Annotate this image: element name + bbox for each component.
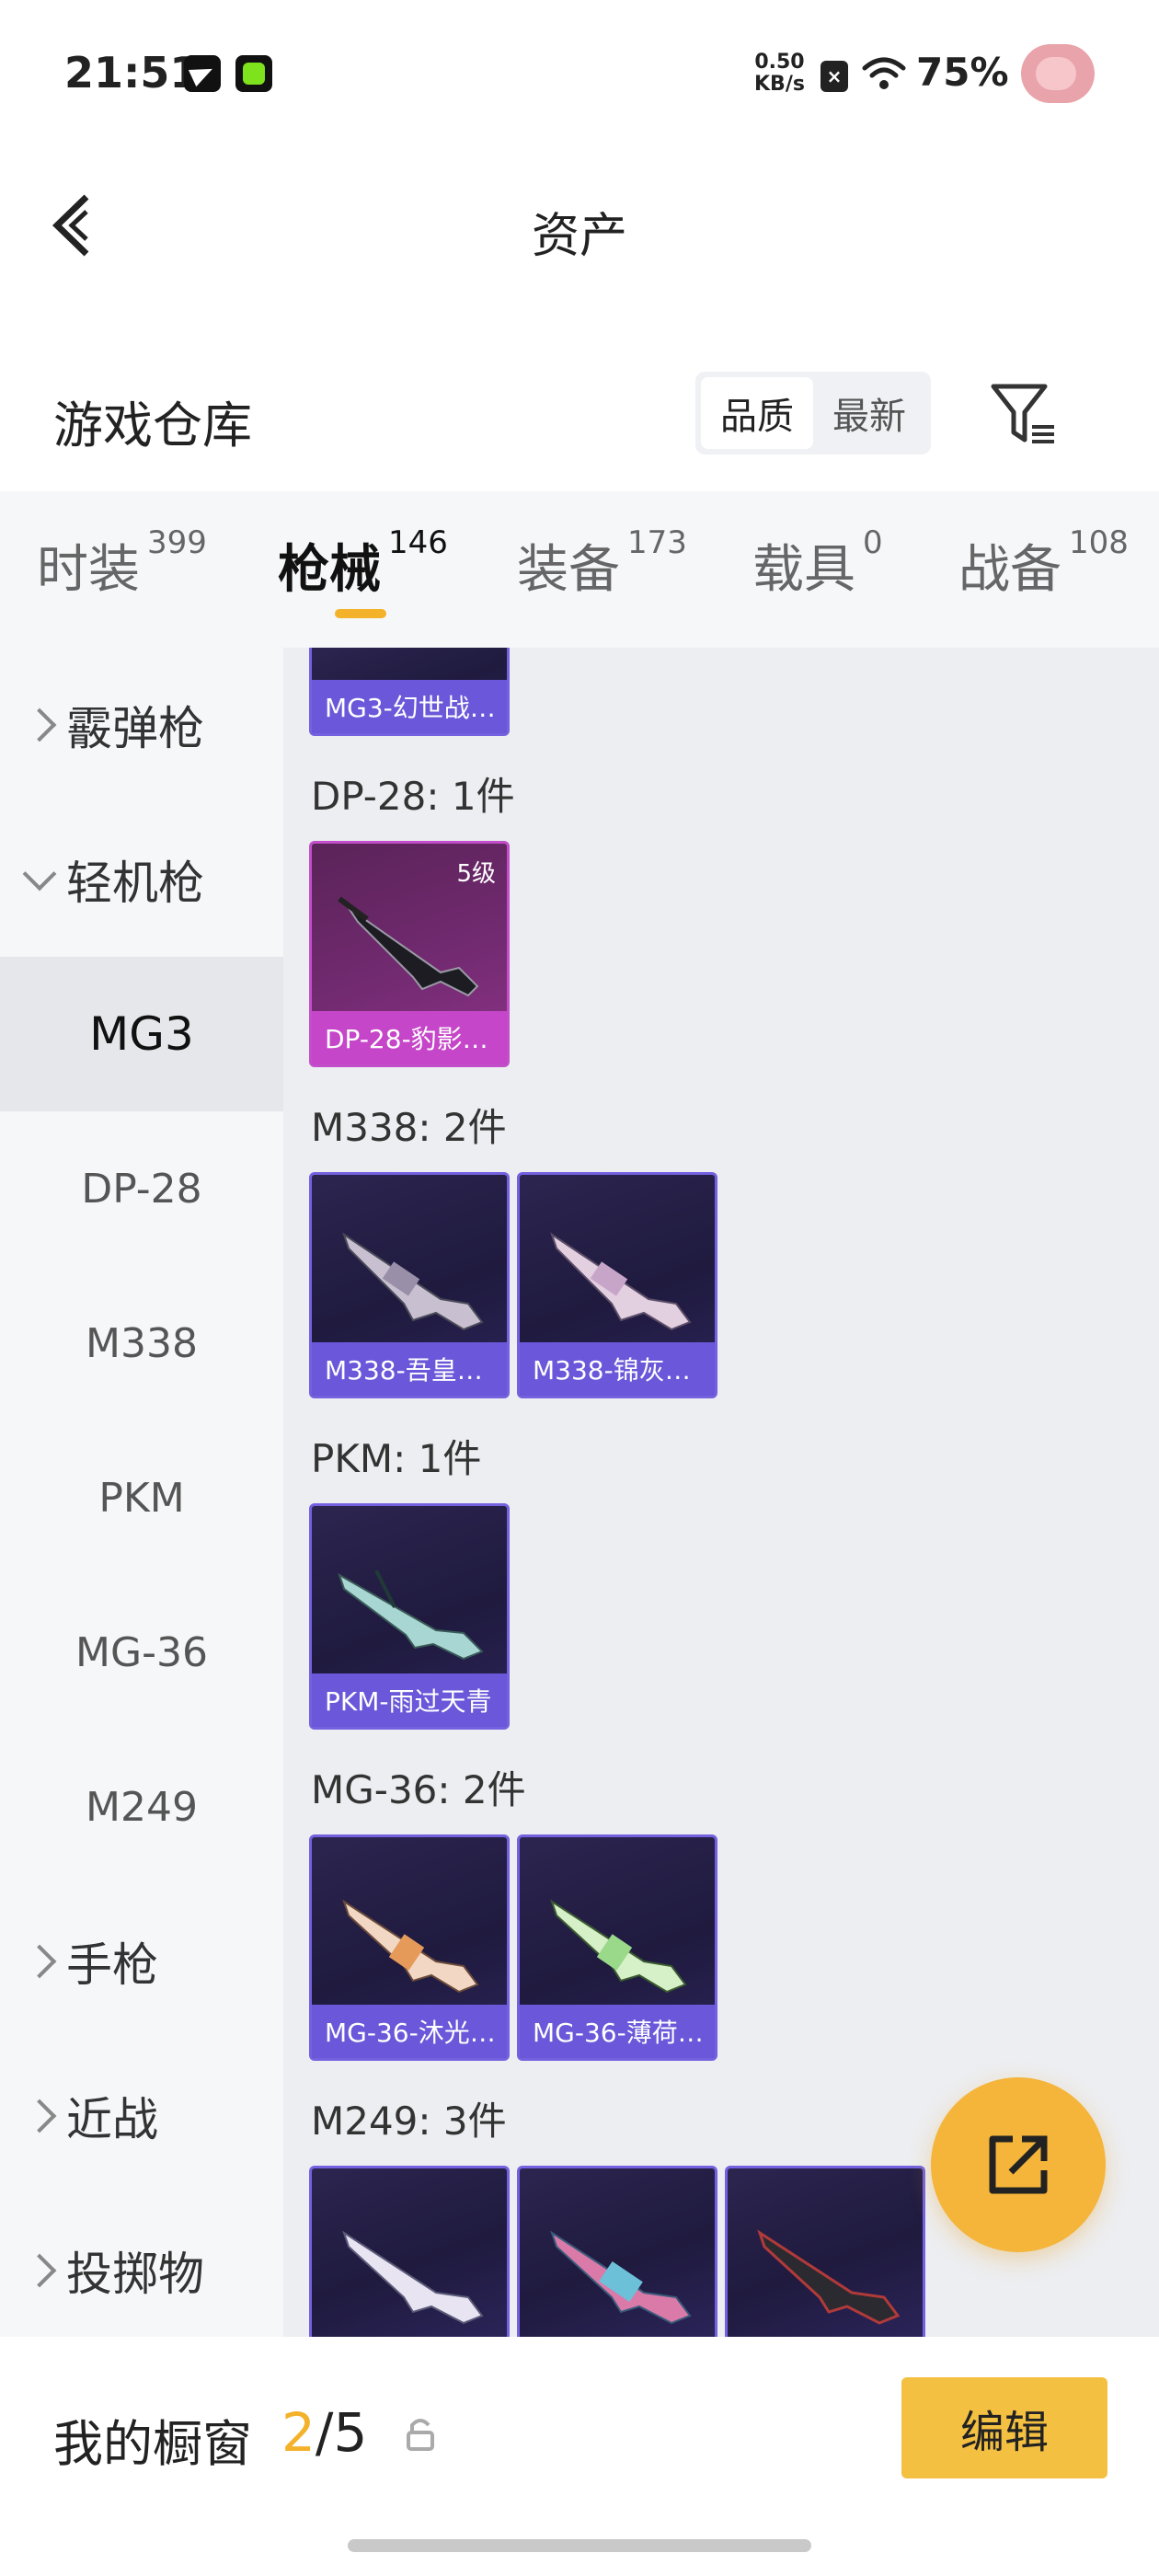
item-card-name: M338-吾皇… — [312, 1342, 507, 1396]
sidebar-item-pkm[interactable]: PKM — [0, 1420, 283, 1575]
wifi-icon — [862, 57, 906, 89]
telegram-icon — [184, 55, 221, 92]
showcase-current: 2 — [281, 2401, 316, 2464]
lmg-weapon-icon — [550, 1232, 692, 1331]
sidebar-category-shotgun[interactable]: 霰弹枪 — [0, 648, 283, 802]
item-card-name: PKM-雨过天青 — [312, 1673, 507, 1727]
network-speed-value: 0.50 — [754, 51, 805, 74]
item-card-name: M338-锦灰… — [520, 1342, 715, 1396]
sort-toggle: 品质 最新 — [695, 372, 931, 454]
status-time: 21:51 — [64, 48, 200, 98]
avatar-icon[interactable] — [1021, 44, 1095, 103]
showcase-label: 我的橱窗 — [53, 2415, 252, 2473]
sidebar: 霰弹枪 轻机枪 MG3 DP-28 M338 PKM MG-36 M249 手枪… — [0, 648, 283, 2337]
item-card[interactable]: MG-36-薄荷… — [517, 1834, 717, 2061]
category-tabs: 时装 399 枪械 146 装备 173 载具 0 战备 108 — [0, 491, 1159, 648]
sidebar-item-mg3[interactable]: MG3 — [0, 957, 283, 1111]
sidebar-category-label: 近战 — [66, 2093, 158, 2146]
share-icon — [989, 2135, 1048, 2194]
sim-off-icon: × — [820, 61, 848, 92]
status-bar: 21:51 0.50 KB/s × 75% — [0, 0, 1159, 147]
home-indicator — [348, 2539, 811, 2552]
group-title: PKM: 1件 — [311, 1436, 482, 1481]
sidebar-category-throwable[interactable]: 投掷物 — [0, 2193, 283, 2337]
lmg-weapon-icon — [338, 896, 479, 997]
showcase-count: 2/5 — [281, 2401, 367, 2464]
tab-label: 载具 — [752, 540, 855, 600]
tab-count: 108 — [1069, 524, 1129, 561]
item-card[interactable] — [517, 2166, 717, 2337]
app-green-icon — [235, 55, 272, 92]
lmg-weapon-icon — [550, 1899, 687, 1994]
item-card[interactable] — [725, 2166, 925, 2337]
tab-firearms[interactable]: 枪械 146 — [278, 524, 448, 603]
sidebar-category-lmg[interactable]: 轻机枪 — [0, 802, 283, 957]
tab-count: 399 — [147, 524, 207, 561]
tab-count: 146 — [388, 524, 448, 561]
item-card[interactable]: M338-吾皇… — [309, 1172, 510, 1398]
tab-supplies[interactable]: 战备 108 — [958, 524, 1129, 603]
item-card-name: DP-28-豹影… — [312, 1011, 507, 1064]
section-title: 游戏仓库 — [53, 397, 252, 454]
tab-fashion[interactable]: 时装 399 — [37, 524, 207, 603]
active-tab-indicator — [335, 609, 386, 618]
lock-icon — [407, 2419, 434, 2451]
sidebar-category-melee[interactable]: 近战 — [0, 2039, 283, 2193]
filter-button[interactable] — [988, 379, 1058, 449]
item-card[interactable]: MG3-幻世战… — [309, 648, 510, 736]
group-title: M249: 3件 — [311, 2099, 507, 2144]
tab-label: 战备 — [958, 540, 1061, 600]
network-speed-unit: KB/s — [754, 73, 805, 96]
lmg-weapon-icon — [757, 2229, 901, 2325]
sort-option-newest[interactable]: 最新 — [813, 377, 925, 449]
filter-icon — [991, 384, 1054, 443]
sidebar-item-dp28[interactable]: DP-28 — [0, 1111, 283, 1266]
lmg-weapon-icon — [342, 2230, 484, 2325]
tab-label: 枪械 — [278, 540, 381, 600]
share-button[interactable] — [931, 2077, 1106, 2252]
sidebar-category-label: 轻机枪 — [66, 857, 204, 910]
item-card[interactable]: 5级 DP-28-豹影… — [309, 841, 510, 1067]
network-speed: 0.50 KB/s — [754, 52, 805, 96]
tab-vehicles[interactable]: 载具 0 — [752, 524, 883, 603]
sidebar-category-pistol[interactable]: 手枪 — [0, 1884, 283, 2039]
lmg-weapon-icon — [550, 2230, 692, 2325]
item-card-name: MG-36-薄荷… — [520, 2005, 715, 2058]
chevron-right-icon — [22, 1944, 57, 1979]
chevron-right-icon — [22, 707, 57, 742]
item-card[interactable]: PKM-雨过天青 — [309, 1503, 510, 1730]
showcase-total: /5 — [315, 2401, 368, 2464]
sidebar-category-label: 投掷物 — [66, 2248, 204, 2301]
sidebar-category-label: 手枪 — [66, 1938, 158, 1992]
tab-label: 时装 — [37, 540, 140, 600]
lmg-weapon-icon — [338, 1570, 484, 1661]
sort-option-quality[interactable]: 品质 — [701, 377, 813, 449]
battery-level: 75% — [916, 50, 1009, 95]
tab-count: 173 — [627, 524, 687, 561]
tab-equipment[interactable]: 装备 173 — [517, 524, 687, 603]
chevron-right-icon — [22, 2099, 57, 2133]
item-card-name: MG3-幻世战… — [312, 680, 507, 733]
item-card[interactable]: MG-36-沐光… — [309, 1834, 510, 2061]
edit-button[interactable]: 编辑 — [901, 2377, 1107, 2478]
page-title: 资产 — [531, 209, 627, 264]
item-card[interactable] — [309, 2166, 510, 2337]
chevron-right-icon — [22, 2253, 57, 2288]
group-title: M338: 2件 — [311, 1105, 507, 1150]
chevron-down-icon — [22, 857, 57, 891]
tab-count: 0 — [863, 524, 883, 561]
tab-label: 装备 — [517, 540, 620, 600]
group-title: MG-36: 2件 — [311, 1767, 526, 1812]
lmg-weapon-icon — [342, 1232, 484, 1331]
sidebar-item-mg36[interactable]: MG-36 — [0, 1575, 283, 1730]
item-card[interactable]: M338-锦灰… — [517, 1172, 717, 1398]
group-title: DP-28: 1件 — [311, 774, 515, 819]
sidebar-item-m338[interactable]: M338 — [0, 1266, 283, 1420]
item-card-name: MG-36-沐光… — [312, 2005, 507, 2058]
lmg-weapon-icon — [342, 1899, 479, 1994]
sidebar-category-label: 霰弹枪 — [66, 702, 204, 755]
sidebar-item-m249[interactable]: M249 — [0, 1730, 283, 1884]
